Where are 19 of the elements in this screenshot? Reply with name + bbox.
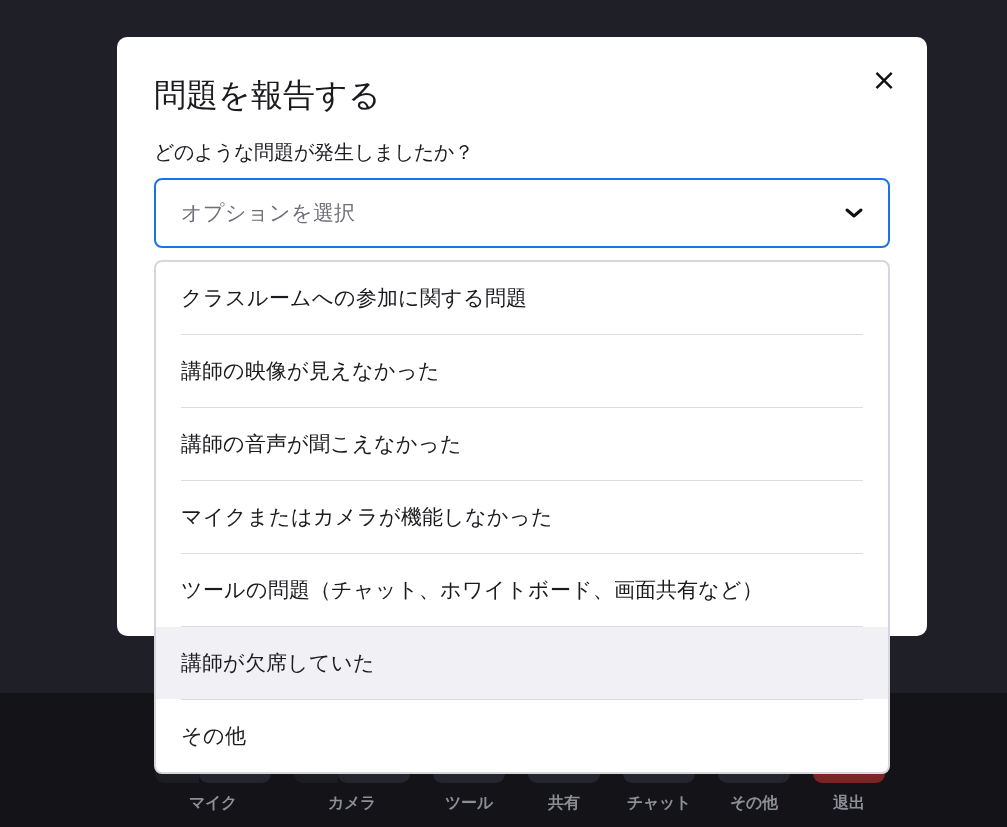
dialog-title: 問題を報告する	[154, 75, 381, 116]
toolbar-label: チャット	[627, 793, 691, 814]
dropdown-option[interactable]: ツールの問題（チャット、ホワイトボード、画面共有など）	[156, 554, 888, 626]
dropdown-option[interactable]: 講師が欠席していた	[156, 627, 888, 699]
dropdown-option[interactable]: その他	[156, 700, 888, 772]
dropdown-option[interactable]: クラスルームへの参加に関する問題	[156, 262, 888, 334]
toolbar-label: カメラ	[328, 793, 376, 814]
dropdown-option[interactable]: マイクまたはカメラが機能しなかった	[156, 481, 888, 553]
toolbar-label: その他	[730, 793, 778, 814]
close-button[interactable]: ×	[869, 63, 899, 97]
toolbar-label: ツール	[445, 793, 493, 814]
question-label: どのような問題が発生しましたか？	[154, 139, 475, 166]
select-placeholder: オプションを選択	[181, 200, 355, 227]
dropdown-option[interactable]: 講師の映像が見えなかった	[156, 335, 888, 407]
select-field[interactable]: オプションを選択	[154, 178, 890, 248]
toolbar-label: 共有	[548, 793, 580, 814]
dropdown-option[interactable]: 講師の音声が聞こえなかった	[156, 408, 888, 480]
toolbar-label: マイク	[189, 793, 237, 814]
toolbar-label: 退出	[833, 793, 865, 814]
